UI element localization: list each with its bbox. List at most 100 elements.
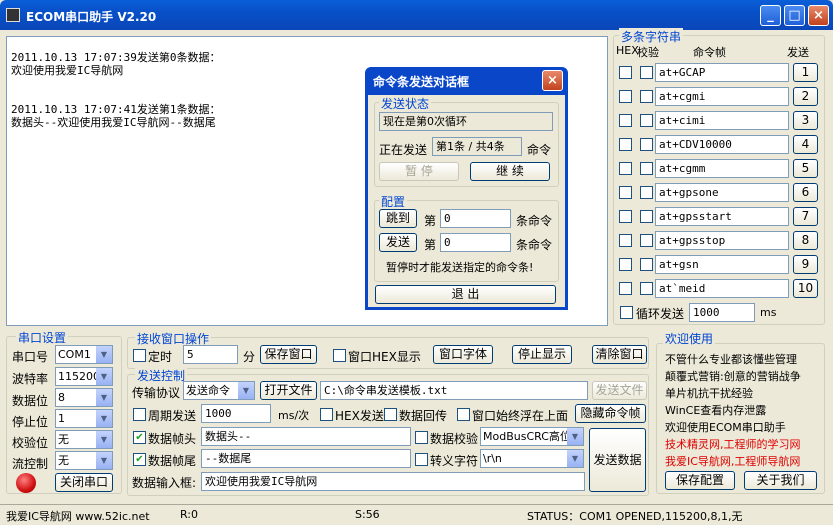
cmd-frame-input[interactable]: at+gpsstop xyxy=(655,231,789,250)
cmd-hex-checkbox[interactable] xyxy=(619,258,632,271)
parity-value: 无 xyxy=(58,433,69,446)
stopbits-select[interactable]: 1 ▼ xyxy=(55,409,113,428)
jump-index-input[interactable]: 0 xyxy=(440,209,511,228)
cmd-send-button[interactable]: 1 xyxy=(793,63,818,82)
cmd-send-button[interactable]: 9 xyxy=(793,255,818,274)
frame-tail-input[interactable]: --数据尾 xyxy=(201,449,411,468)
cmd-hex-checkbox[interactable] xyxy=(619,66,632,79)
cmd-frame-input[interactable]: at+gsn xyxy=(655,255,789,274)
save-config-button[interactable]: 保存配置 xyxy=(665,471,735,490)
serial-settings-title: 串口设置 xyxy=(16,329,69,346)
parity-select[interactable]: 无 ▼ xyxy=(55,430,113,449)
cmd-frame-input[interactable]: at+cgmm xyxy=(655,159,789,178)
frame-head-checkbox[interactable]: ✔ xyxy=(133,431,146,444)
data-verify-checkbox[interactable] xyxy=(415,431,428,444)
ontop-checkbox[interactable] xyxy=(457,408,470,421)
cmd-verify-checkbox[interactable] xyxy=(640,282,653,295)
dialog-close-button[interactable]: × xyxy=(542,70,563,91)
close-button[interactable]: × xyxy=(808,5,829,26)
cmd-verify-checkbox[interactable] xyxy=(640,162,653,175)
hex-send-checkbox[interactable] xyxy=(320,408,333,421)
cmd-send-button[interactable]: 8 xyxy=(793,231,818,250)
maximize-button[interactable]: □ xyxy=(784,5,805,26)
cmd-frame-input[interactable]: at+GCAP xyxy=(655,63,789,82)
file-path-input[interactable]: C:\命令串发送模板.txt xyxy=(320,381,588,400)
cmd-hex-checkbox[interactable] xyxy=(619,90,632,103)
data-input[interactable]: 欢迎使用我爱IC导航网 xyxy=(201,472,585,491)
cmd-frame-input[interactable]: at+cimi xyxy=(655,111,789,130)
chevron-down-icon: ▼ xyxy=(96,389,112,406)
escape-checkbox[interactable] xyxy=(415,453,428,466)
send-data-button[interactable]: 发送数据 xyxy=(589,428,646,492)
echo-checkbox[interactable] xyxy=(384,408,397,421)
cmd-verify-checkbox[interactable] xyxy=(640,114,653,127)
timer-checkbox[interactable] xyxy=(133,349,146,362)
cmd-hex-checkbox[interactable] xyxy=(619,210,632,223)
cmd-send-button[interactable]: 2 xyxy=(793,87,818,106)
hex-display-checkbox[interactable] xyxy=(333,349,346,362)
pause-button[interactable]: 暂 停 xyxy=(379,162,459,181)
dialog-body: 发送状态 现在是第0次循环 正在发送 第1条 / 共4条 命令 暂 停 继 续 … xyxy=(368,95,565,307)
cmd-verify-checkbox[interactable] xyxy=(640,258,653,271)
frame-head-input[interactable]: 数据头-- xyxy=(201,427,411,446)
data-verify-select[interactable]: ModBusCRC高位在 ▼ xyxy=(480,427,584,446)
cmd-frame-input[interactable]: at+gpsstart xyxy=(655,207,789,226)
clear-window-button[interactable]: 清除窗口 xyxy=(592,345,647,364)
cmd-hex-checkbox[interactable] xyxy=(619,162,632,175)
cmd-hex-checkbox[interactable] xyxy=(619,186,632,199)
cmd-hex-checkbox[interactable] xyxy=(619,234,632,247)
about-button[interactable]: 关于我们 xyxy=(744,471,817,490)
flow-value: 无 xyxy=(58,454,69,467)
period-input[interactable]: 1000 xyxy=(201,404,271,423)
cmd-send-button[interactable]: 7 xyxy=(793,207,818,226)
cmd-frame-input[interactable]: at+CDV10000 xyxy=(655,135,789,154)
welcome-link[interactable]: 技术精灵网,工程师的学习网 xyxy=(665,436,801,452)
chevron-down-icon: ▼ xyxy=(96,452,112,469)
flow-select[interactable]: 无 ▼ xyxy=(55,451,113,470)
parity-label: 校验位 xyxy=(12,436,49,450)
cmd-verify-checkbox[interactable] xyxy=(640,210,653,223)
send-index-input[interactable]: 0 xyxy=(440,233,511,252)
frame-tail-checkbox[interactable]: ✔ xyxy=(133,453,146,466)
port-select[interactable]: COM1 ▼ xyxy=(55,345,113,364)
hide-commands-button[interactable]: 隐藏命令帧 xyxy=(575,404,646,423)
escape-select[interactable]: \r\n ▼ xyxy=(480,449,584,468)
loop-interval-input[interactable]: 1000 xyxy=(689,303,755,322)
send-index-button[interactable]: 发送 xyxy=(379,233,417,252)
stop-display-button[interactable]: 停止显示 xyxy=(512,345,572,364)
cmd-verify-checkbox[interactable] xyxy=(640,186,653,199)
cmd-send-button[interactable]: 3 xyxy=(793,111,818,130)
protocol-select[interactable]: 发送命令 ▼ xyxy=(183,381,255,400)
cmd-verify-checkbox[interactable] xyxy=(640,138,653,151)
cmd-send-button[interactable]: 4 xyxy=(793,135,818,154)
welcome-line: 颠覆式营销:创意的营销战争 xyxy=(665,370,801,383)
cmd-verify-checkbox[interactable] xyxy=(640,90,653,103)
save-window-button[interactable]: 保存窗口 xyxy=(260,345,317,364)
cmd-hex-checkbox[interactable] xyxy=(619,114,632,127)
open-file-button[interactable]: 打开文件 xyxy=(260,381,317,400)
cmd-send-button[interactable]: 10 xyxy=(793,279,818,298)
cmd-frame-input[interactable]: at+gpsone xyxy=(655,183,789,202)
period-send-checkbox[interactable] xyxy=(133,408,146,421)
loop-send-checkbox[interactable] xyxy=(620,306,633,319)
baud-select[interactable]: 115200 ▼ xyxy=(55,367,113,386)
minimize-button[interactable]: _ xyxy=(760,5,781,26)
window-font-button[interactable]: 窗口字体 xyxy=(433,345,493,364)
cmd-frame-input[interactable]: at+cgmi xyxy=(655,87,789,106)
exit-button[interactable]: 退 出 xyxy=(375,285,556,304)
cmd-verify-checkbox[interactable] xyxy=(640,234,653,247)
cmd-hex-checkbox[interactable] xyxy=(619,138,632,151)
timer-input[interactable]: 5 xyxy=(183,345,238,364)
send-file-button[interactable]: 发送文件 xyxy=(592,381,647,400)
continue-button[interactable]: 继 续 xyxy=(470,162,550,181)
cmd-hex-checkbox[interactable] xyxy=(619,282,632,295)
cmd-frame-input[interactable]: at`meid xyxy=(655,279,789,298)
escape-label: 转义字符 xyxy=(430,454,479,468)
cmd-send-button[interactable]: 5 xyxy=(793,159,818,178)
welcome-link[interactable]: 我爱IC导航网,工程师导航网 xyxy=(665,453,800,469)
close-port-button[interactable]: 关闭串口 xyxy=(55,473,113,492)
jump-button[interactable]: 跳到 xyxy=(379,209,417,228)
databits-select[interactable]: 8 ▼ xyxy=(55,388,113,407)
cmd-verify-checkbox[interactable] xyxy=(640,66,653,79)
cmd-send-button[interactable]: 6 xyxy=(793,183,818,202)
